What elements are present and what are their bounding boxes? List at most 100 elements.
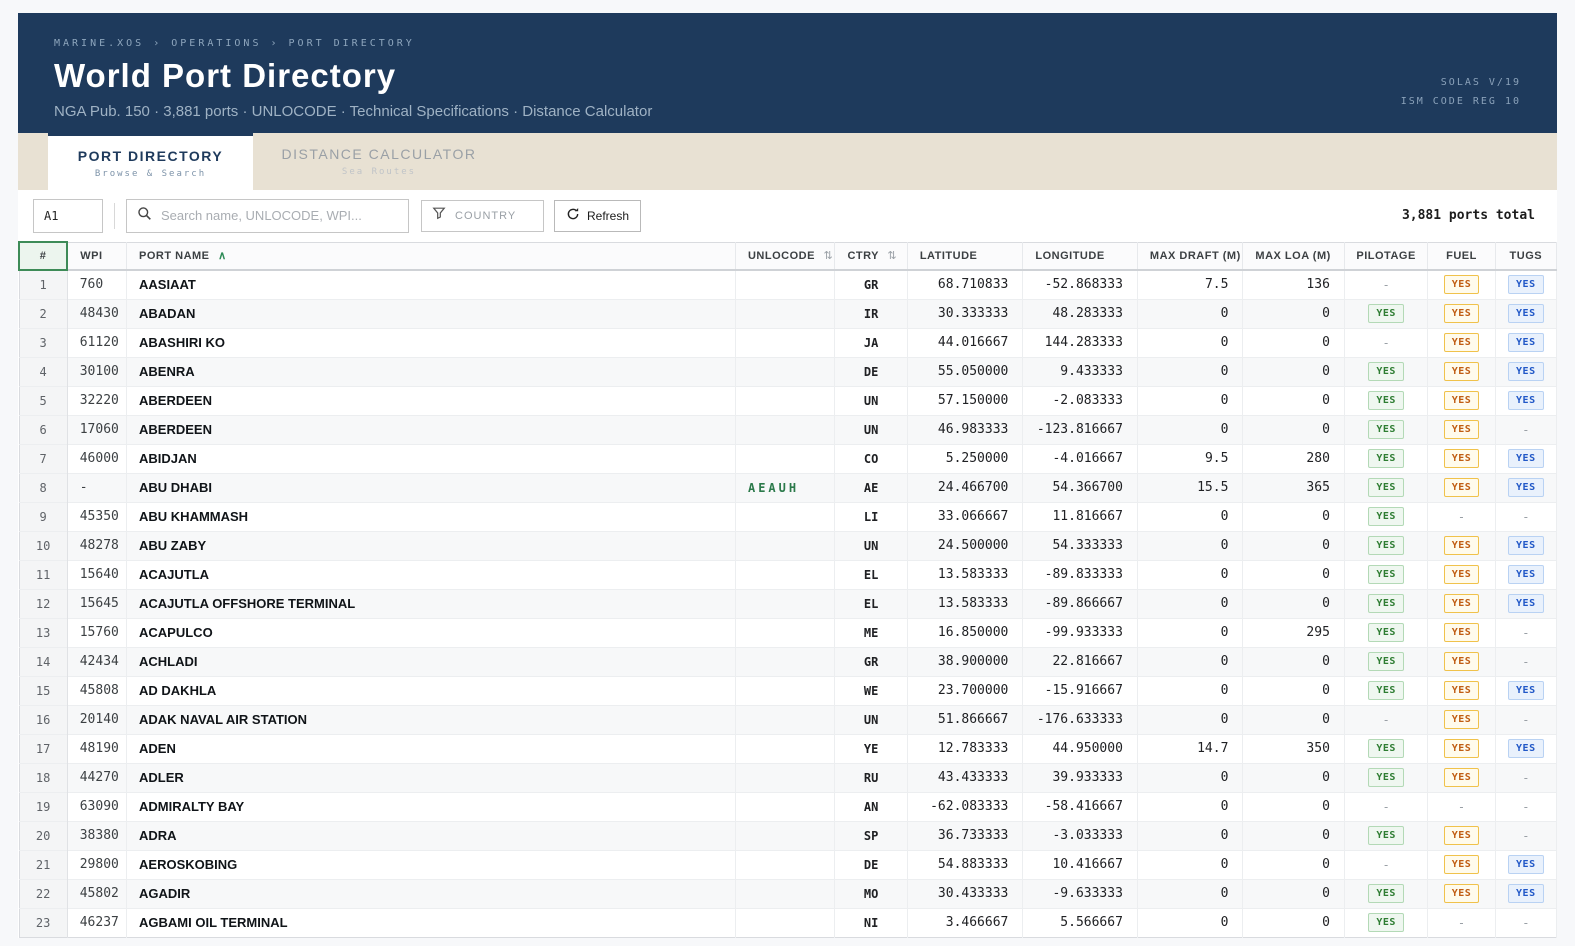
tugs-cell: YES: [1495, 298, 1558, 328]
no-value-dash: -: [1522, 771, 1530, 785]
port-name-cell: ABU ZABY: [126, 530, 736, 560]
table-row[interactable]: 15 45808 AD DAKHLA WE 23.700000 -15.916667 0 0 Y…: [19, 675, 1558, 705]
wpi-cell: 45808: [67, 675, 128, 705]
fuel-cell: YES: [1427, 414, 1496, 444]
table-row[interactable]: 14 42434 ACHLADI GR 38.900000 22.816667 0 0 YES Y…: [19, 646, 1558, 676]
tab-sublabel: Browse & Search: [94, 168, 207, 179]
max-draft-cell: 0: [1137, 617, 1244, 647]
col-header-max-loa[interactable]: MAX LOA (M): [1242, 242, 1345, 271]
col-header-ctry[interactable]: CTRY ⇅: [834, 242, 908, 271]
col-header-unlocode[interactable]: UNLOCODE ⇅: [735, 242, 836, 271]
row-number-cell: 3: [19, 327, 68, 357]
country-cell: AE: [834, 472, 908, 502]
port-name-cell: ABENRA: [126, 356, 736, 386]
tugs-cell: -: [1495, 762, 1558, 792]
table-row[interactable]: 10 48278 ABU ZABY UN 24.500000 54.333333 0 0 YES…: [19, 530, 1558, 560]
unlocode-cell: [735, 327, 836, 357]
tab-distance-calculator[interactable]: DISTANCE CALCULATOR Sea Routes: [253, 133, 505, 190]
port-name-cell: ABERDEEN: [126, 385, 736, 415]
table-row[interactable]: 16 20140 ADAK NAVAL AIR STATION UN 51.866667…: [19, 704, 1558, 734]
col-header-max-draft[interactable]: MAX DRAFT (M): [1137, 242, 1244, 271]
no-value-dash: -: [1522, 916, 1530, 930]
max-draft-cell: 0: [1137, 327, 1244, 357]
table-row[interactable]: 1 760 AASIAAT GR 68.710833 -52.868333 7.5 136 - Y…: [19, 269, 1558, 299]
pilotage-yes-badge: YES: [1368, 884, 1404, 903]
table-row[interactable]: 20 38380 ADRA SP 36.733333 -3.033333 0 0 YES YES -: [19, 820, 1558, 850]
table-row[interactable]: 22 45802 AGADIR MO 30.433333 -9.633333 0 0 YES YE…: [19, 878, 1558, 908]
col-header-pilotage[interactable]: PILOTAGE: [1344, 242, 1429, 271]
table-row[interactable]: 12 15645 ACAJUTLA OFFSHORE TERMINAL EL 13.58…: [19, 588, 1558, 618]
no-value-dash: -: [1457, 510, 1466, 524]
compliance-codes: SOLAS V/19 ISM CODE REG 10: [1401, 73, 1521, 111]
fuel-cell: YES: [1427, 762, 1496, 792]
max-draft-cell: 15.5: [1137, 472, 1244, 502]
search-icon: [137, 206, 152, 226]
pilotage-cell: -: [1344, 327, 1429, 357]
table-row[interactable]: 11 15640 ACAJUTLA EL 13.583333 -89.833333 0 0 YE…: [19, 559, 1558, 589]
table-row[interactable]: 4 30100 ABENRA DE 55.050000 9.433333 0 0 YES YES Y…: [19, 356, 1558, 386]
longitude-cell: 48.283333: [1022, 298, 1138, 328]
no-value-dash: -: [1382, 713, 1390, 727]
table-row[interactable]: 6 17060 ABERDEEN UN 46.983333 -123.816667 0 0 YE…: [19, 414, 1558, 444]
wpi-cell: 46237: [67, 907, 128, 937]
tugs-yes-badge: YES: [1508, 739, 1544, 758]
table-row[interactable]: 2 48430 ABADAN IR 30.333333 48.283333 0 0 YES YES…: [19, 298, 1558, 328]
search-box[interactable]: [126, 198, 409, 233]
longitude-cell: -89.833333: [1022, 559, 1138, 589]
fuel-yes-badge: YES: [1443, 710, 1480, 729]
col-header-wpi[interactable]: WPI: [67, 242, 128, 271]
table-row[interactable]: 13 15760 ACAPULCO ME 16.850000 -99.933333 0 295…: [19, 617, 1558, 647]
unlocode-cell: [735, 501, 836, 531]
cell-reference-input[interactable]: [33, 198, 103, 233]
pilotage-yes-badge: YES: [1368, 652, 1404, 671]
port-name-cell: ABADAN: [126, 298, 736, 328]
search-input[interactable]: [161, 208, 398, 223]
latitude-cell: 55.050000: [907, 356, 1024, 386]
fuel-yes-badge: YES: [1443, 333, 1480, 352]
tugs-yes-badge: YES: [1508, 594, 1544, 613]
col-header-latitude[interactable]: LATITUDE: [907, 242, 1024, 271]
unlocode-cell: [735, 704, 836, 734]
table-row[interactable]: 7 46000 ABIDJAN CO 5.250000 -4.016667 9.5 280 YE…: [19, 443, 1558, 473]
table-row[interactable]: 3 61120 ABASHIRI KO JA 44.016667 144.283333 0 0…: [19, 327, 1558, 357]
table-row[interactable]: 21 29800 AEROSKOBING DE 54.883333 10.416667 0 0…: [19, 849, 1558, 879]
pilotage-cell: YES: [1344, 356, 1429, 386]
fuel-yes-badge: YES: [1443, 739, 1480, 758]
fuel-cell: YES: [1427, 588, 1496, 618]
table-row[interactable]: 17 48190 ADEN YE 12.783333 44.950000 14.7 350 YE…: [19, 733, 1558, 763]
table-row[interactable]: 18 44270 ADLER RU 43.433333 39.933333 0 0 YES YES…: [19, 762, 1558, 792]
row-number-cell: 5: [19, 385, 68, 415]
table-row[interactable]: 9 45350 ABU KHAMMASH LI 33.066667 11.816667 0 0…: [19, 501, 1558, 531]
no-value-dash: -: [1382, 858, 1390, 872]
row-number-cell: 12: [19, 588, 68, 618]
tugs-yes-badge: YES: [1508, 362, 1544, 381]
pilotage-yes-badge: YES: [1368, 362, 1404, 381]
col-header-fuel[interactable]: FUEL: [1427, 242, 1496, 271]
tab-port-directory[interactable]: PORT DIRECTORY Browse & Search: [48, 133, 253, 190]
tugs-yes-badge: YES: [1508, 478, 1544, 497]
col-header-tugs[interactable]: TUGS: [1495, 242, 1558, 271]
port-name-cell: ACAJUTLA OFFSHORE TERMINAL: [126, 588, 736, 618]
port-table-body: 1 760 AASIAAT GR 68.710833 -52.868333 7.5 136- Y…: [19, 269, 1558, 937]
pilotage-yes-badge: YES: [1368, 739, 1404, 758]
pilotage-yes-badge: YES: [1368, 565, 1404, 584]
max-draft-cell: 0: [1137, 530, 1244, 560]
row-number-cell: 13: [19, 617, 68, 647]
wpi-cell: 32220: [67, 385, 128, 415]
latitude-cell: 16.850000: [907, 617, 1024, 647]
col-header-port-name[interactable]: PORT NAME ∧: [126, 242, 736, 271]
table-row[interactable]: 23 46237 AGBAMI OIL TERMINAL NI 3.466667 5.56…: [19, 907, 1558, 937]
col-header-row-number[interactable]: #: [17, 241, 69, 271]
refresh-button[interactable]: Refresh: [554, 199, 642, 232]
table-row[interactable]: 19 63090 ADMIRALTY BAY AN -62.083333 -58.4166…: [19, 791, 1558, 821]
tugs-yes-badge: YES: [1508, 536, 1544, 555]
row-number-cell: 23: [19, 907, 68, 937]
table-row[interactable]: 8- ABU DHABI AEAUH AE 24.466700 54.366700 15.5…: [19, 472, 1558, 502]
unlocode-cell: [735, 356, 836, 386]
country-filter[interactable]: COUNTRY: [421, 199, 544, 232]
col-header-longitude[interactable]: LONGITUDE: [1022, 242, 1138, 271]
no-value-dash: -: [1522, 800, 1530, 814]
latitude-cell: 46.983333: [907, 414, 1024, 444]
table-row[interactable]: 5 32220 ABERDEEN UN 57.150000 -2.083333 0 0 YES Y…: [19, 385, 1558, 415]
pilotage-yes-badge: YES: [1368, 681, 1404, 700]
